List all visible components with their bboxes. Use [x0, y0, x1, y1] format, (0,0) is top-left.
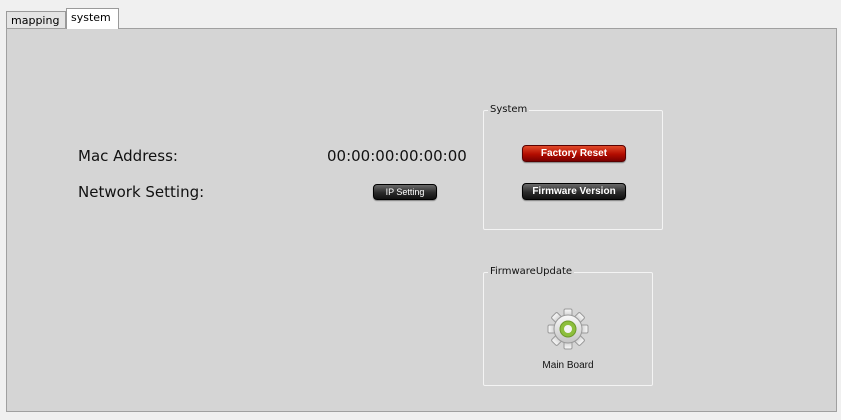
gear-icon — [547, 308, 589, 350]
main-board-update-button[interactable] — [546, 307, 590, 351]
firmware-version-button[interactable]: Firmware Version — [522, 183, 626, 200]
firmware-update-group: FirmwareUpdate Main Board — [483, 265, 653, 386]
factory-reset-button[interactable]: Factory Reset — [522, 145, 626, 162]
firmware-update-title: FirmwareUpdate — [488, 265, 575, 279]
mac-address-label: Mac Address: — [78, 147, 178, 165]
system-group-title: System — [488, 103, 530, 117]
network-setting-label: Network Setting: — [78, 183, 205, 201]
mac-address-value: 00:00:00:00:00:00 — [327, 147, 467, 165]
system-group: System Factory Reset Firmware Version — [483, 103, 663, 230]
tab-mapping[interactable]: mapping — [6, 11, 66, 28]
ip-setting-button[interactable]: IP Setting — [373, 184, 437, 200]
main-board-label: Main Board — [542, 360, 594, 371]
tab-bar: mapping system — [6, 8, 836, 29]
system-panel: Mac Address: 00:00:00:00:00:00 Network S… — [6, 28, 837, 412]
tab-system[interactable]: system — [66, 8, 119, 29]
